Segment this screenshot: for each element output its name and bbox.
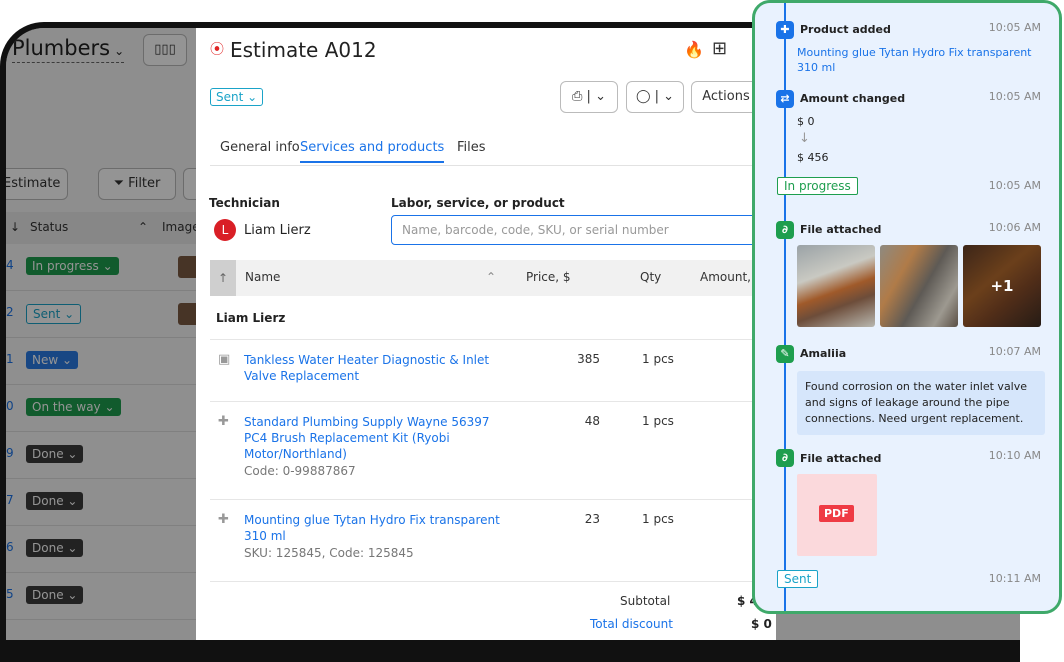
technician-label: Technician (209, 196, 280, 210)
item-code: Code: 0-99887867 (244, 464, 356, 478)
discount-value: $ 0 (751, 617, 772, 631)
event-time: 10:05 AM (988, 90, 1041, 103)
item-qty: 1 pcs (642, 512, 674, 526)
event-time: 10:07 AM (988, 345, 1041, 358)
item-price: 23 (584, 512, 600, 526)
item-price: 385 (577, 352, 600, 366)
table-row[interactable]: ✚ Mounting glue Tytan Hydro Fix transpar… (210, 499, 776, 581)
qty-column-header[interactable]: Qty (640, 270, 661, 284)
table-divider (210, 581, 776, 582)
attached-photo[interactable] (880, 245, 958, 327)
item-name-link[interactable]: Tankless Water Heater Diagnostic & Inlet… (244, 352, 504, 384)
paperclip-icon: ∂ (776, 221, 794, 239)
print-icon: ⎙ (572, 89, 583, 104)
event-time: 10:10 AM (988, 449, 1041, 462)
chat-button[interactable]: ◯ | ⌄ (626, 81, 684, 113)
item-qty: 1 pcs (642, 414, 674, 428)
comment-author: Amaliia (800, 347, 847, 360)
technician-group-label: Liam Lierz (216, 311, 286, 325)
tab-general-info[interactable]: General info (220, 140, 300, 161)
activity-timeline: ✚ Product added 10:05 AM Mounting glue T… (752, 0, 1062, 614)
arrow-down-icon: ↓ (799, 131, 810, 146)
sort-icon: ⌃ (486, 270, 497, 284)
puzzle-icon: ✚ (776, 21, 794, 39)
event-time: 10:11 AM (988, 572, 1041, 585)
tab-files[interactable]: Files (457, 140, 486, 161)
event-title: Product added (800, 23, 891, 36)
product-link[interactable]: Mounting glue Tytan Hydro Fix transparen… (797, 45, 1037, 75)
subtotal-label: Subtotal (620, 594, 671, 608)
search-label: Labor, service, or product (391, 196, 565, 210)
estimate-status-tag[interactable]: Sent ⌄ (210, 88, 264, 106)
more-photos-count: +1 (963, 245, 1041, 327)
avatar: L (214, 219, 236, 241)
paperclip-icon: ∂ (776, 449, 794, 467)
comment-bubble: Found corrosion on the water inlet valve… (797, 371, 1045, 435)
event-time: 10:05 AM (988, 179, 1041, 192)
pdf-icon: PDF (819, 505, 854, 522)
item-name-link[interactable]: Mounting glue Tytan Hydro Fix transparen… (244, 512, 504, 544)
puzzle-icon: ✚ (218, 414, 229, 429)
refresh-icon: ⇄ (776, 90, 794, 108)
item-qty: 1 pcs (642, 352, 674, 366)
total-discount-link[interactable]: Total discount (590, 617, 673, 631)
sort-up-icon[interactable]: ↑ (210, 260, 236, 296)
status-badge: In progress (777, 177, 858, 195)
estimate-title: ⦿ Estimate A012 (210, 38, 377, 62)
item-name-link[interactable]: Standard Plumbing Supply Wayne 56397 PC4… (244, 414, 504, 462)
tab-services-and-products[interactable]: Services and products (300, 140, 445, 163)
table-row[interactable]: ▣ Tankless Water Heater Diagnostic & Inl… (210, 339, 776, 401)
qr-code-icon[interactable]: ⊞ (712, 38, 727, 59)
amount-from: $ 0 (797, 115, 815, 128)
attached-photo[interactable]: +1 (963, 245, 1041, 327)
estimate-tabs: General info Services and products Files (210, 140, 770, 166)
status-badge: Sent (777, 570, 819, 588)
table-row[interactable]: ✚ Standard Plumbing Supply Wayne 56397 P… (210, 401, 776, 499)
event-title: File attached (800, 452, 882, 465)
amount-to: $ 456 (797, 151, 829, 164)
name-column-header[interactable]: Name (245, 270, 280, 284)
pdf-file-thumbnail[interactable]: PDF (797, 474, 877, 556)
event-title: File attached (800, 223, 882, 236)
actions-button[interactable]: Actions (691, 81, 761, 113)
price-column-header[interactable]: Price, $ (526, 270, 571, 284)
note-icon: ✎ (776, 345, 794, 363)
technician-name[interactable]: Liam Lierz (244, 223, 311, 238)
chat-icon: ◯ (635, 89, 651, 104)
product-search-input[interactable]: Name, barcode, code, SKU, or serial numb… (391, 215, 771, 245)
item-price: 48 (584, 414, 600, 428)
table-header: ↑ Name ⌃ Price, $ Qty Amount, $ (210, 260, 776, 296)
event-time: 10:06 AM (988, 221, 1041, 234)
device: Plumbers ⌄ ▯▯▯ Estimate ⏷ Filter ↓ Status… (0, 0, 1064, 662)
event-time: 10:05 AM (988, 21, 1041, 34)
print-button[interactable]: ⎙ | ⌄ (560, 81, 618, 113)
fire-icon[interactable]: 🔥 (684, 40, 704, 59)
attached-photo[interactable] (797, 245, 875, 327)
item-code: SKU: 125845, Code: 125845 (244, 546, 414, 560)
event-title: Amount changed (800, 92, 906, 105)
estimate-modal: ⦿ Estimate A012 🔥 ⊞ Sent ⌄ ⎙ | ⌄ ◯ | ⌄ Ac… (196, 28, 776, 640)
puzzle-icon: ✚ (218, 512, 229, 527)
status-dot-icon: ⦿ (210, 42, 224, 58)
toolbox-icon: ▣ (218, 352, 231, 367)
